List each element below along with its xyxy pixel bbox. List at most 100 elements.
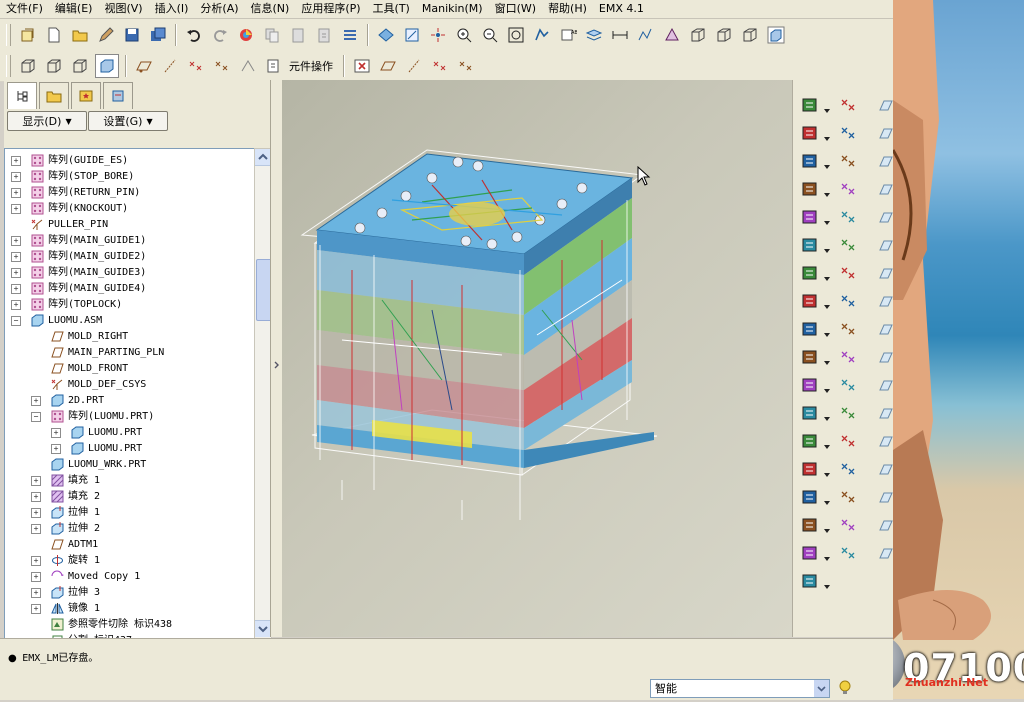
zoom-out-icon[interactable]	[479, 24, 501, 46]
tree-row[interactable]: ADTM1	[5, 537, 254, 553]
plane-display-icon[interactable]	[377, 55, 399, 77]
chevron-down-icon[interactable]	[824, 243, 830, 253]
tree-row[interactable]: − LUOMU.ASM	[5, 313, 254, 329]
scroll-up-icon[interactable]	[255, 149, 271, 166]
layers-icon[interactable]	[583, 24, 605, 46]
saved-views-icon[interactable]: AB	[557, 24, 579, 46]
measure-tool-icon[interactable]	[837, 346, 859, 368]
spin-center-icon[interactable]	[427, 24, 449, 46]
open-folder-icon[interactable]	[69, 24, 91, 46]
menu-view[interactable]: 视图(V)	[98, 0, 148, 18]
tree-row[interactable]: − 阵列(LUOMU.PRT)	[5, 409, 254, 425]
tab-model-tree[interactable]	[7, 82, 37, 109]
regenerate-icon[interactable]	[235, 24, 257, 46]
datum-axis-icon[interactable]	[159, 55, 181, 77]
hole-tool-icon[interactable]	[837, 290, 859, 312]
settings-dropdown[interactable]: 设置(G) ▼	[88, 111, 168, 131]
tree-row[interactable]: MAIN_PARTING_PLN	[5, 345, 254, 361]
tree-row[interactable]: + 拉伸 3	[5, 585, 254, 601]
expand-icon[interactable]: +	[31, 604, 41, 614]
chevron-down-icon[interactable]	[824, 411, 830, 421]
collapse-icon[interactable]: −	[11, 316, 21, 326]
slider-icon[interactable]	[799, 290, 821, 312]
bolt-icon[interactable]	[799, 514, 821, 536]
csys-icon[interactable]	[211, 55, 233, 77]
tree-row[interactable]: + LUOMU.PRT	[5, 441, 254, 457]
chevron-down-icon[interactable]	[824, 523, 830, 533]
save-as-icon[interactable]	[147, 24, 169, 46]
tree-row[interactable]: + 阵列(KNOCKOUT)	[5, 201, 254, 217]
expand-icon[interactable]: +	[11, 156, 21, 166]
cooling-icon[interactable]	[799, 262, 821, 284]
tree-row[interactable]: + 阵列(RETURN_PIN)	[5, 185, 254, 201]
expand-icon[interactable]: +	[11, 236, 21, 246]
tree-row[interactable]: + 阵列(TOPLOCK)	[5, 297, 254, 313]
chevron-down-icon[interactable]	[824, 579, 830, 589]
axis-display-icon[interactable]	[403, 55, 425, 77]
chevron-down-icon[interactable]	[824, 187, 830, 197]
new-file-icon[interactable]	[43, 24, 65, 46]
insert-icon[interactable]	[799, 402, 821, 424]
menu-window[interactable]: 窗口(W)	[489, 0, 542, 18]
expand-icon[interactable]: +	[11, 252, 21, 262]
mold-assembly-model[interactable]	[282, 80, 792, 637]
chevron-down-icon[interactable]	[824, 439, 830, 449]
tree-row[interactable]: PULLER_PIN	[5, 217, 254, 233]
group-icon[interactable]	[837, 374, 859, 396]
zoom-in-icon[interactable]	[453, 24, 475, 46]
hidden-cube-icon[interactable]	[43, 55, 65, 77]
tab-folder-browser[interactable]	[39, 82, 69, 109]
redo-icon[interactable]	[209, 24, 231, 46]
shaded-cube-icon[interactable]	[95, 53, 119, 78]
display-dropdown[interactable]: 显示(D) ▼	[7, 111, 87, 131]
chevron-down-icon[interactable]	[824, 299, 830, 309]
menu-emx[interactable]: EMX 4.1	[593, 0, 650, 18]
menu-tools[interactable]: 工具(T)	[367, 0, 416, 18]
chevron-down-icon[interactable]	[824, 327, 830, 337]
no-hidden-icon[interactable]	[739, 24, 761, 46]
gate-icon[interactable]	[799, 318, 821, 340]
collapse-arrow-icon[interactable]	[274, 350, 279, 380]
mold-component-icon[interactable]	[799, 178, 821, 200]
chevron-down-icon[interactable]	[824, 551, 830, 561]
datum-display-icon[interactable]	[635, 24, 657, 46]
expand-icon[interactable]: +	[11, 172, 21, 182]
tree-row[interactable]: + LUOMU.PRT	[5, 425, 254, 441]
paste-icon[interactable]	[287, 24, 309, 46]
tree-row[interactable]: 参照零件切除 标识438	[5, 617, 254, 633]
tree-row[interactable]: MOLD_DEF_CSYS	[5, 377, 254, 393]
menu-insert[interactable]: 插入(I)	[149, 0, 195, 18]
expand-icon[interactable]: +	[51, 444, 61, 454]
component-ops-icon[interactable]	[263, 55, 285, 77]
reorient-icon[interactable]	[531, 24, 553, 46]
tree-row[interactable]: + 阵列(MAIN_GUIDE1)	[5, 233, 254, 249]
sketch-view-icon[interactable]	[401, 24, 423, 46]
selection-filter[interactable]: 智能	[650, 679, 830, 698]
tree-row[interactable]: + 阵列(STOP_BORE)	[5, 169, 254, 185]
chevron-down-icon[interactable]	[824, 131, 830, 141]
hidden-line-icon[interactable]	[713, 24, 735, 46]
expand-icon[interactable]: +	[31, 572, 41, 582]
dashed-axis-icon[interactable]	[837, 234, 859, 256]
undo-icon[interactable]	[183, 24, 205, 46]
point-cross-icon[interactable]	[837, 318, 859, 340]
datum-plane-icon[interactable]	[133, 55, 155, 77]
menu-applications[interactable]: 应用程序(P)	[295, 0, 366, 18]
expand-icon[interactable]: +	[11, 204, 21, 214]
expand-icon[interactable]: +	[31, 492, 41, 502]
sweep-tool-icon[interactable]	[837, 486, 859, 508]
copy-icon[interactable]	[261, 24, 283, 46]
tree-row[interactable]: + 阵列(GUIDE_ES)	[5, 153, 254, 169]
expand-icon[interactable]: +	[11, 284, 21, 294]
expand-icon[interactable]: +	[31, 508, 41, 518]
tree-row[interactable]: MOLD_FRONT	[5, 361, 254, 377]
bom-icon[interactable]	[799, 542, 821, 564]
tree-row[interactable]: + Moved Copy 1	[5, 569, 254, 585]
shading-icon[interactable]	[765, 24, 787, 46]
funnel-icon[interactable]	[837, 430, 859, 452]
chevron-down-icon[interactable]	[824, 355, 830, 365]
wireframe-cube-icon[interactable]	[17, 55, 39, 77]
chevron-down-icon[interactable]	[824, 495, 830, 505]
datum-point-icon[interactable]	[185, 55, 207, 77]
graphics-window[interactable]	[282, 80, 792, 637]
